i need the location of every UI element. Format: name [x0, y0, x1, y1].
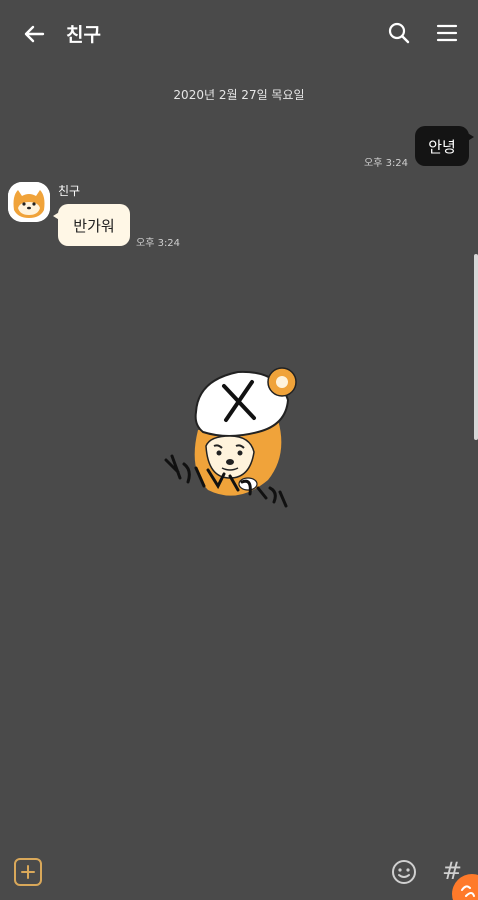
search-icon	[388, 22, 410, 44]
add-attachment-button[interactable]	[14, 858, 42, 886]
shiba-avatar-icon	[8, 182, 50, 222]
scrollbar-handle[interactable]	[474, 254, 478, 440]
date-separator: 2020년 2월 27일 목요일	[173, 88, 305, 102]
menu-button[interactable]	[432, 18, 462, 48]
menu-icon	[436, 24, 458, 42]
friend-name: 친구	[58, 184, 81, 198]
message-time: 오후 3:24	[136, 238, 181, 249]
sticker-message[interactable]	[158, 360, 308, 540]
chat-header: 친구	[0, 0, 478, 68]
my-message-bubble[interactable]: 안녕	[415, 126, 474, 166]
plus-icon	[21, 865, 35, 879]
orange-float-icon	[461, 885, 475, 897]
message-time: 오후 3:24	[364, 158, 409, 169]
emoji-button[interactable]	[390, 858, 418, 886]
emoji-icon	[392, 860, 416, 884]
orange-float-button[interactable]	[452, 874, 478, 900]
back-arrow-icon	[24, 25, 45, 43]
chat-title: 친구	[66, 24, 101, 46]
avatar[interactable]	[8, 182, 50, 222]
back-button[interactable]	[18, 18, 50, 50]
shiba-sticker-icon	[164, 367, 297, 508]
friend-message-bubble[interactable]: 반가워	[53, 204, 130, 246]
search-button[interactable]	[384, 18, 414, 48]
